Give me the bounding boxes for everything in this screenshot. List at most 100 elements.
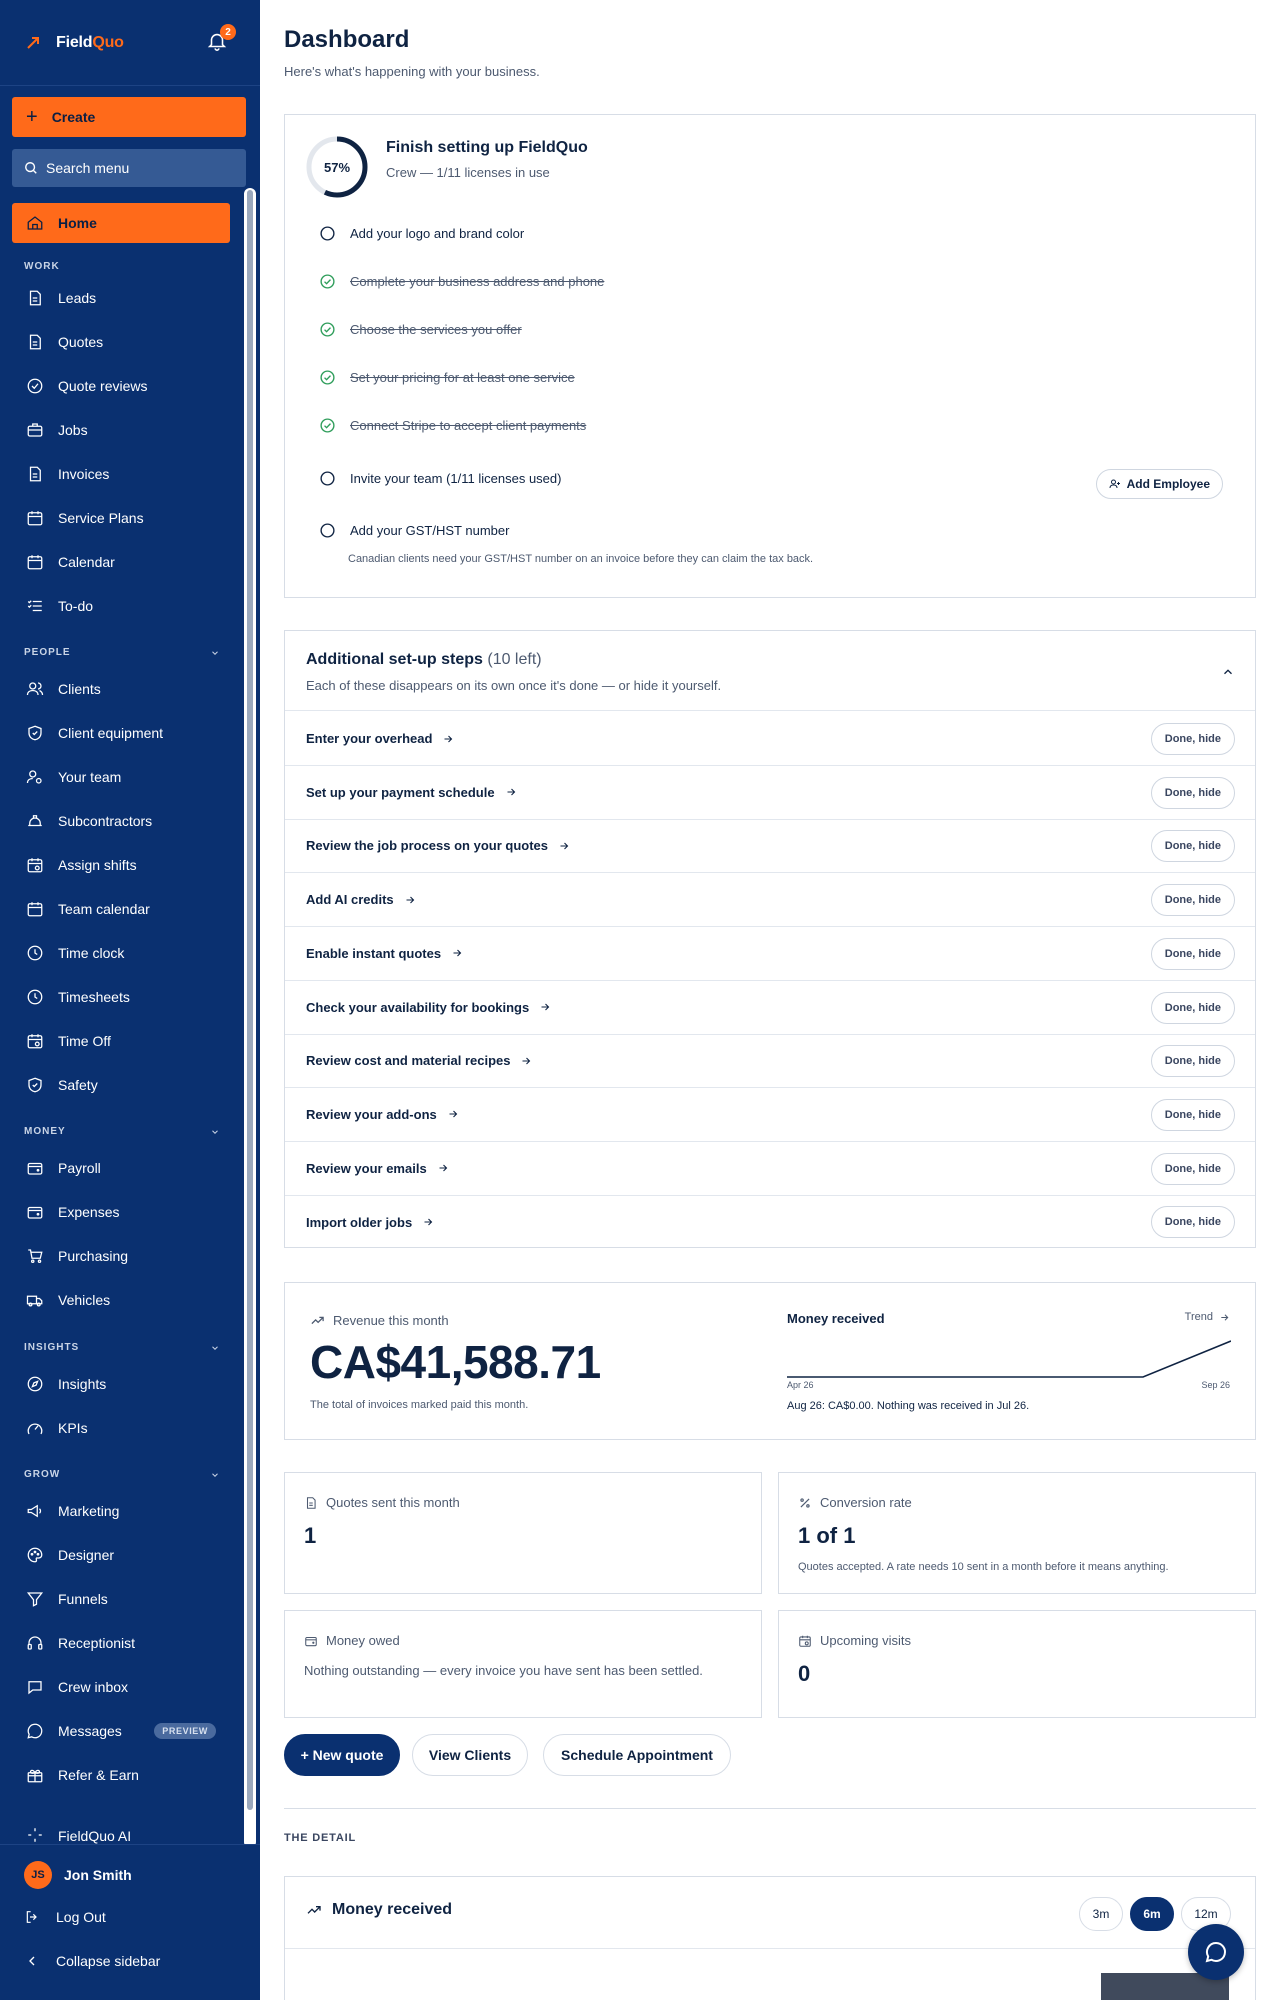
sidebar-scrollbar-thumb[interactable] [247, 190, 253, 1810]
new-quote-button[interactable]: + New quote [284, 1734, 400, 1776]
done-hide-button[interactable]: Done, hide [1150, 991, 1235, 1024]
create-button[interactable]: + Create [12, 97, 246, 137]
view-clients-button[interactable]: View Clients [412, 1734, 528, 1776]
headset-icon [27, 1636, 43, 1650]
done-hide-button[interactable]: Done, hide [1150, 1098, 1235, 1131]
sidebar-item-receptionist[interactable]: Receptionist [12, 1623, 230, 1663]
setup-task[interactable]: Set your pricing for at least one servic… [319, 369, 575, 386]
setup-step-row[interactable]: Import older jobs Done, hide [285, 1195, 1255, 1249]
chevron-up-icon[interactable] [1221, 665, 1235, 679]
sidebar-item-quotes[interactable]: Quotes [12, 322, 230, 362]
setup-step-row[interactable]: Review your add-ons Done, hide [285, 1088, 1255, 1142]
done-hide-button[interactable]: Done, hide [1150, 884, 1235, 917]
done-hide-button[interactable]: Done, hide [1150, 723, 1235, 755]
sidebar-item-team-calendar[interactable]: Team calendar [12, 889, 230, 929]
sidebar-section-grow[interactable]: GROW [24, 1469, 220, 1480]
sidebar-item-insights[interactable]: Insights [12, 1364, 230, 1404]
setup-task[interactable]: Connect Stripe to accept client payments [319, 417, 586, 434]
sidebar-item-timesheets[interactable]: Timesheets [12, 977, 230, 1017]
setup-step-row[interactable]: Enter your overhead Done, hide [285, 712, 1255, 766]
sidebar-item-crew-inbox[interactable]: Crew inbox [12, 1667, 230, 1707]
setup-step-row[interactable]: Set up your payment schedule Done, hide [285, 766, 1255, 820]
notifications-bell-icon[interactable]: 2 [206, 24, 236, 54]
sidebar-item-home[interactable]: Home [12, 203, 230, 243]
quotes-sent-card[interactable]: Quotes sent this month 1 [284, 1472, 762, 1594]
done-hide-button[interactable]: Done, hide [1150, 776, 1235, 809]
setup-task[interactable]: Invite your team (1/11 licenses used) [319, 470, 561, 487]
sidebar-item-client-equipment[interactable]: Client equipment [12, 713, 230, 753]
users-icon [26, 682, 44, 696]
search-menu-input[interactable]: Search menu [12, 149, 246, 187]
sidebar-item-expenses[interactable]: Expenses [12, 1192, 230, 1232]
setup-step-label: Enable instant quotes [306, 945, 442, 961]
sidebar-item-service-plans[interactable]: Service Plans [12, 498, 230, 538]
sidebar-item-label: Time Off [58, 1033, 111, 1049]
sidebar-item-label: Safety [58, 1077, 98, 1093]
sidebar-item-to-do[interactable]: To-do [12, 586, 230, 626]
setup-step-row[interactable]: Check your availability for bookings Done… [285, 981, 1255, 1035]
sidebar-item-clients[interactable]: Clients [12, 669, 230, 709]
range-6m-button[interactable]: 6m [1130, 1897, 1174, 1931]
setup-task[interactable]: Add your logo and brand color [319, 225, 524, 242]
page-title: Dashboard [284, 26, 410, 53]
sidebar-item-subcontractors[interactable]: Subcontractors [12, 801, 230, 841]
sidebar-item-time-off[interactable]: Time Off [12, 1021, 230, 1061]
sidebar-item-time-clock[interactable]: Time clock [12, 933, 230, 973]
sidebar-item-messages[interactable]: Messages PREVIEW [12, 1711, 230, 1751]
sidebar-item-your-team[interactable]: Your team [12, 757, 230, 797]
sidebar-item-label: To-do [58, 598, 94, 614]
done-hide-button[interactable]: Done, hide [1150, 937, 1235, 970]
collapse-sidebar-button[interactable]: Collapse sidebar [24, 1953, 160, 1969]
setup-step-row[interactable]: Enable instant quotes Done, hide [285, 927, 1255, 981]
money-owed-card[interactable]: Money owed Nothing outstanding — every i… [284, 1610, 762, 1718]
trend-link[interactable]: Trend [1185, 1311, 1230, 1323]
range-3m-button[interactable]: 3m [1079, 1897, 1123, 1931]
sidebar-item-funnels[interactable]: Funnels [12, 1579, 230, 1619]
sidebar-section-insights[interactable]: INSIGHTS [24, 1342, 220, 1353]
setup-step-row[interactable]: Add AI credits Done, hide [285, 873, 1255, 928]
sidebar-item-purchasing[interactable]: Purchasing [12, 1236, 230, 1276]
setup-step-row[interactable]: Review your emails Done, hide [285, 1142, 1255, 1196]
additional-steps-header[interactable]: Additional set-up steps (10 left) Each o… [285, 631, 1255, 711]
done-hide-button[interactable]: Done, hide [1150, 1045, 1235, 1078]
sidebar-item-kpis[interactable]: KPIs [12, 1408, 230, 1448]
sidebar-item-quote-reviews[interactable]: Quote reviews [12, 366, 230, 406]
done-hide-button[interactable]: Done, hide [1150, 830, 1235, 863]
setup-task[interactable]: Complete your business address and phone [319, 273, 604, 290]
sidebar-item-safety[interactable]: Safety [12, 1065, 230, 1105]
add-employee-button[interactable]: Add Employee [1095, 469, 1223, 499]
sidebar-item-label: Quote reviews [58, 378, 148, 394]
sidebar-item-leads[interactable]: Leads [12, 278, 230, 318]
sidebar-item-label: Designer [58, 1547, 115, 1563]
setup-task[interactable]: Add your GST/HST number [319, 522, 509, 539]
chat-button[interactable] [1188, 1924, 1244, 1980]
logo-text[interactable]: FieldQuo [56, 34, 124, 52]
sidebar-item-assign-shifts[interactable]: Assign shifts [12, 845, 230, 885]
sidebar-section-money[interactable]: MONEY [24, 1126, 220, 1137]
schedule-appointment-button[interactable]: Schedule Appointment [543, 1734, 731, 1776]
setup-step-row[interactable]: Review the job process on your quotes Don… [285, 819, 1255, 874]
done-hide-button[interactable]: Done, hide [1150, 1152, 1235, 1185]
clock-icon [27, 945, 43, 961]
user-profile[interactable]: JS Jon Smith [24, 1861, 132, 1889]
sidebar-item-payroll[interactable]: Payroll [12, 1148, 230, 1188]
setup-step-row[interactable]: Review cost and material recipes Done, hi… [285, 1034, 1255, 1089]
done-hide-button[interactable]: Done, hide [1150, 1206, 1235, 1239]
sidebar-section-people[interactable]: PEOPLE [24, 647, 220, 658]
sidebar-item-refer-and-earn[interactable]: Refer & Earn [12, 1755, 230, 1795]
sidebar-item-marketing[interactable]: Marketing [12, 1491, 230, 1531]
upcoming-visits-card[interactable]: Upcoming visits 0 [778, 1610, 1256, 1718]
logout-button[interactable]: Log Out [24, 1909, 106, 1925]
message-icon [27, 1723, 43, 1739]
conversion-rate-card[interactable]: Conversion rate 1 of 1 Quotes accepted. … [778, 1472, 1256, 1594]
sidebar-item-invoices[interactable]: Invoices [12, 454, 230, 494]
setup-step-label: Review your emails [306, 1160, 427, 1176]
sidebar-item-fieldquo-ai[interactable]: FieldQuo AI [12, 1823, 230, 1844]
sidebar-item-vehicles[interactable]: Vehicles [12, 1280, 230, 1320]
sidebar-item-label: Leads [58, 290, 97, 306]
sidebar-item-designer[interactable]: Designer [12, 1535, 230, 1575]
sidebar-item-jobs[interactable]: Jobs [12, 410, 230, 450]
quotes-sent-label: Quotes sent this month [304, 1495, 460, 1510]
setup-task[interactable]: Choose the services you offer [319, 321, 522, 338]
sidebar-item-calendar[interactable]: Calendar [12, 542, 230, 582]
